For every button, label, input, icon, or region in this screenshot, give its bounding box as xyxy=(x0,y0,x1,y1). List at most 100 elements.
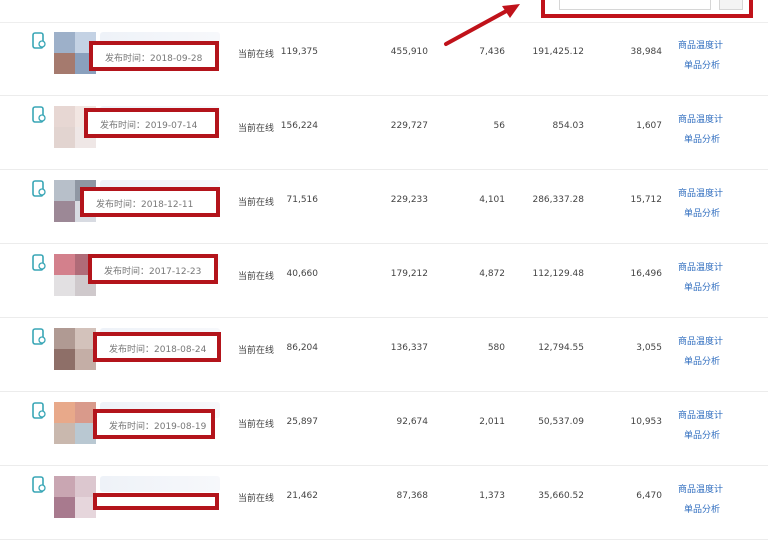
publish-date-text: 发布时间：2019-07-14 xyxy=(100,121,198,131)
mobile-device-icon xyxy=(32,476,46,494)
metric-value: 10,953 xyxy=(630,417,663,427)
metric-value: 16,496 xyxy=(630,269,663,279)
single-product-analysis-link[interactable]: 单品分析 xyxy=(678,352,723,372)
mobile-device-icon xyxy=(32,32,46,50)
search-input[interactable] xyxy=(559,0,711,10)
row-actions: 商品温度计 单品分析 xyxy=(678,406,723,446)
product-thermometer-link[interactable]: 商品温度计 xyxy=(678,36,723,56)
highlighted-publish-date: 发布时间：2019-08-19 xyxy=(93,409,215,439)
highlighted-publish-date: 发布时间：2018-12-11 xyxy=(80,187,220,217)
publish-date-text: 发布时间：2018-09-28 xyxy=(105,54,203,64)
thumbnail-tile xyxy=(54,53,75,74)
row-actions: 商品温度计 单品分析 xyxy=(678,480,723,520)
thumbnail-tile xyxy=(54,32,75,53)
row-actions: 商品温度计 单品分析 xyxy=(678,110,723,150)
metric-value: 854.03 xyxy=(552,121,585,131)
metric-value: 92,674 xyxy=(396,417,429,427)
metric-value: 229,727 xyxy=(390,121,428,131)
publish-date-text: 发布时间：2018-12-11 xyxy=(96,200,194,210)
mobile-device-icon xyxy=(32,106,46,124)
status-text: 当前在线 xyxy=(238,198,275,208)
thumbnail-tile xyxy=(54,254,75,275)
row-actions: 商品温度计 单品分析 xyxy=(678,258,723,298)
highlighted-publish-date: 发布时间：2018-09-28 xyxy=(89,41,219,71)
row-actions: 商品温度计 单品分析 xyxy=(678,184,723,224)
metric-value: 580 xyxy=(487,343,505,353)
single-product-analysis-link[interactable]: 单品分析 xyxy=(678,278,723,298)
mobile-device-icon xyxy=(32,254,46,272)
metric-value: 455,910 xyxy=(390,47,428,57)
highlighted-search-box xyxy=(541,0,753,18)
metric-value: 286,337.28 xyxy=(532,195,584,205)
metric-value: 87,368 xyxy=(396,491,429,501)
thumbnail-tile xyxy=(54,402,75,423)
highlighted-publish-date xyxy=(93,493,219,510)
blurred-product-title xyxy=(100,476,220,492)
metric-value: 3,055 xyxy=(636,343,662,353)
single-product-analysis-link[interactable]: 单品分析 xyxy=(678,426,723,446)
metric-value: 156,224 xyxy=(280,121,318,131)
status-text: 当前在线 xyxy=(238,124,275,134)
product-thermometer-link[interactable]: 商品温度计 xyxy=(678,184,723,204)
publish-date-text: 发布时间：2017-12-23 xyxy=(104,267,202,277)
metric-value: 179,212 xyxy=(390,269,428,279)
row-actions: 商品温度计 单品分析 xyxy=(678,36,723,76)
metric-value: 229,233 xyxy=(390,195,428,205)
search-icon[interactable] xyxy=(719,0,743,10)
metric-value: 6,470 xyxy=(636,491,662,501)
mobile-device-icon xyxy=(32,180,46,198)
metric-value: 71,516 xyxy=(286,195,319,205)
thumbnail-tile xyxy=(54,476,75,497)
thumbnail-tile xyxy=(54,497,75,518)
metric-value: 4,872 xyxy=(479,269,505,279)
status-text: 当前在线 xyxy=(238,346,275,356)
metric-value: 136,337 xyxy=(390,343,428,353)
status-text: 当前在线 xyxy=(238,50,275,60)
single-product-analysis-link[interactable]: 单品分析 xyxy=(678,500,723,520)
metric-value: 86,204 xyxy=(286,343,319,353)
metric-value: 38,984 xyxy=(630,47,663,57)
metric-value: 2,011 xyxy=(479,417,505,427)
metric-value: 191,425.12 xyxy=(532,47,584,57)
thumbnail-tile xyxy=(54,423,75,444)
thumbnail-tile xyxy=(54,106,75,127)
product-thumbnail[interactable] xyxy=(54,328,96,370)
status-text: 当前在线 xyxy=(238,420,275,430)
mobile-device-icon xyxy=(32,402,46,420)
metric-value: 1,373 xyxy=(479,491,505,501)
thumbnail-tile xyxy=(54,180,75,201)
metric-value: 50,537.09 xyxy=(538,417,584,427)
thumbnail-tile xyxy=(54,349,75,370)
product-thermometer-link[interactable]: 商品温度计 xyxy=(678,258,723,278)
status-text: 当前在线 xyxy=(238,272,275,282)
top-toolbar xyxy=(0,0,768,23)
single-product-analysis-link[interactable]: 单品分析 xyxy=(678,204,723,224)
thumbnail-tile xyxy=(54,328,75,349)
metric-value: 112,129.48 xyxy=(532,269,584,279)
metric-value: 25,897 xyxy=(286,417,319,427)
product-thumbnail[interactable] xyxy=(54,476,96,518)
metric-value: 119,375 xyxy=(280,47,318,57)
product-thermometer-link[interactable]: 商品温度计 xyxy=(678,406,723,426)
thumbnail-tile xyxy=(54,201,75,222)
metric-value: 15,712 xyxy=(630,195,663,205)
highlighted-publish-date: 发布时间：2018-08-24 xyxy=(93,332,221,362)
metric-value: 21,462 xyxy=(286,491,319,501)
publish-date-text: 发布时间：2018-08-24 xyxy=(109,345,207,355)
product-thumbnail[interactable] xyxy=(54,402,96,444)
metric-value: 56 xyxy=(493,121,505,131)
metric-value: 7,436 xyxy=(479,47,505,57)
product-thermometer-link[interactable]: 商品温度计 xyxy=(678,480,723,500)
thumbnail-tile xyxy=(54,127,75,148)
single-product-analysis-link[interactable]: 单品分析 xyxy=(678,130,723,150)
metric-value: 1,607 xyxy=(636,121,662,131)
thumbnail-tile xyxy=(54,275,75,296)
single-product-analysis-link[interactable]: 单品分析 xyxy=(678,56,723,76)
row-actions: 商品温度计 单品分析 xyxy=(678,332,723,372)
product-thermometer-link[interactable]: 商品温度计 xyxy=(678,110,723,130)
product-thermometer-link[interactable]: 商品温度计 xyxy=(678,332,723,352)
publish-date-text: 发布时间：2019-08-19 xyxy=(109,422,207,432)
metric-value: 40,660 xyxy=(286,269,319,279)
highlighted-publish-date: 发布时间：2017-12-23 xyxy=(88,254,218,284)
mobile-device-icon xyxy=(32,328,46,346)
